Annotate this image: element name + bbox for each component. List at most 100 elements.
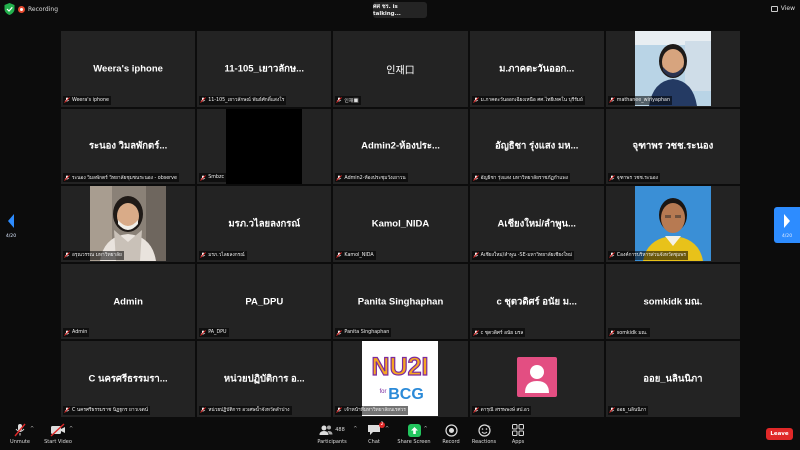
- person-icon: [524, 365, 549, 394]
- next-page-button[interactable]: 4/20: [774, 207, 800, 243]
- participant-tile[interactable]: ระนอง วิมลพักตร์... ระนอง วิมลพักตร์ วิท…: [61, 108, 196, 185]
- participant-label-text: Aเชียงใหม่/ลำพูน -SE-มหาวิทยาลัยเชียงใหม…: [480, 253, 573, 259]
- video-off-icon: [50, 423, 65, 437]
- apps-button[interactable]: Apps: [496, 422, 540, 445]
- participant-label: 인재🔲: [335, 95, 362, 105]
- participant-name: c ชุตวดิศร์ อนัย ม...: [496, 296, 577, 308]
- mic-muted-icon: [608, 174, 615, 181]
- record-label: Record: [442, 439, 460, 445]
- participant-label-text: เจ้าหน้าที่มหาวิทยาลัยนเรศวร: [344, 408, 406, 414]
- recording-label: Recording: [28, 5, 59, 13]
- previous-page-button[interactable]: 4/20: [0, 207, 22, 243]
- meeting-toolbar: ^ Unmute ^ Start Video 488 ^ Participant…: [0, 420, 800, 450]
- participant-tile[interactable]: mathanee_wiriyaphan: [605, 31, 740, 107]
- share-screen-icon: [407, 423, 421, 437]
- participant-name: PA_DPU: [245, 296, 284, 308]
- participant-tile[interactable]: Smbzc: [197, 108, 332, 185]
- participant-label-text: somkidk มณ.: [616, 330, 648, 336]
- participant-tile[interactable]: 인재口 인재🔲: [333, 31, 468, 107]
- participant-label-text: ดารุณี สรรพพงษ์ สป.อว: [480, 408, 530, 414]
- participants-icon: [319, 425, 333, 435]
- participant-name: Admin2-ห้องประ...: [361, 140, 440, 152]
- participant-tile[interactable]: Weera's iphone Weera's iphone: [61, 31, 196, 107]
- participant-tile[interactable]: Panita Singhaphan Panita Singhaphan: [333, 263, 468, 340]
- participant-label: 11-105_เยาวลักษณ์ พันธ์ศักดิ์แสงโร: [199, 95, 287, 105]
- avatar: [516, 357, 557, 398]
- participant-video-black: [226, 108, 303, 185]
- participant-tile[interactable]: c ชุตวดิศร์ อนัย ม... c ชุตวดิศร์ อนัย ม…: [469, 263, 604, 340]
- participant-label-text: ระนอง วิมลพักตร์ วิทยาลัยชุมชนระนอง - ob…: [72, 175, 177, 181]
- mic-muted-icon: [64, 330, 70, 336]
- participant-label: เจ้าหน้าที่มหาวิทยาลัยนเรศวร: [335, 405, 408, 415]
- participant-label: ม.ภาคตะวันออกเฉียงเหนือ ศศ.ไทยีเทคโน บุร…: [471, 95, 585, 105]
- participant-label: ออย_นลินนิภา: [607, 405, 649, 415]
- start-video-button[interactable]: ^ Start Video: [36, 422, 80, 445]
- chevron-up-icon[interactable]: ^: [69, 426, 73, 432]
- participant-tile[interactable]: อัญธิชา รุ่งแสง มห... อัญธิชา รุ่งแสง มห…: [469, 108, 604, 185]
- participant-label-text: C นครศรีธรรมราช นิฏฐกร ยาวเจตน์: [72, 408, 149, 414]
- mic-muted-icon: [472, 407, 479, 414]
- participant-label: จุฑาพร วชช.ระนอง: [607, 173, 660, 183]
- top-bar: Recording ศศ ชร. is talking... View: [0, 0, 800, 18]
- participant-label: หน่วยปฏิบัติการ อวเศษน้ำจังหวัดลำปาง: [199, 405, 292, 415]
- participant-label: PA_DPU: [199, 328, 229, 338]
- participant-tile[interactable]: ม.ภาคตะวันออก... ม.ภาคตะวันออกเฉียงเหนือ…: [469, 31, 604, 107]
- recording-icon: [18, 5, 25, 13]
- participants-label: Participants: [317, 439, 347, 445]
- participant-tile[interactable]: มรภ.วไลยลงกรณ์ มรภ.วไลยลงกรณ์: [197, 186, 332, 262]
- participant-tile[interactable]: C นครศรีธรรมรา... C นครศรีธรรมราช นิฏฐกร…: [61, 341, 196, 417]
- participant-name: ระนอง วิมลพักตร์...: [88, 140, 168, 152]
- participant-name: หน่วยปฏิบัติการ อ...: [223, 373, 305, 385]
- participant-tile[interactable]: Aเชียงใหม่/ลำพูน... Aเชียงใหม่/ลำพูน -SE…: [469, 186, 604, 262]
- chevron-up-icon[interactable]: ^: [385, 426, 389, 432]
- view-button[interactable]: View: [770, 3, 795, 14]
- participant-label: Admin2-ห้องประชุมวังเยาวน: [335, 173, 408, 183]
- chat-button[interactable]: 2 ^ Chat: [352, 422, 396, 445]
- participant-tile[interactable]: Cองค์การบริหารส่วนจังหวัดชุมพร: [605, 186, 740, 262]
- participants-button[interactable]: 488 ^ Participants: [310, 422, 357, 445]
- participant-label: Kamol_NIDA: [335, 250, 376, 260]
- participant-tile[interactable]: 11-105_เยาวลักษ... 11-105_เยาวลักษณ์ พัน…: [197, 31, 332, 107]
- leave-button[interactable]: Leave: [766, 428, 793, 440]
- microphone-muted-icon: [14, 423, 26, 437]
- participant-label: C นครศรีธรรมราช นิฏฐกร ยาวเจตน์: [63, 405, 151, 415]
- mic-muted-icon: [64, 97, 70, 103]
- shield-icon[interactable]: [4, 3, 15, 15]
- participant-tile[interactable]: Admin Admin: [61, 263, 196, 340]
- zoom-meeting-window: Recording ศศ ชร. is talking... View 4/20…: [0, 0, 800, 450]
- mic-muted-icon: [608, 97, 615, 103]
- mic-muted-icon: [200, 97, 207, 103]
- participant-name: 11-105_เยาวลักษ...: [224, 63, 305, 75]
- participant-tile[interactable]: PA_DPU PA_DPU: [197, 263, 332, 340]
- participant-name: ม.ภาคตะวันออก...: [499, 63, 575, 75]
- mic-muted-icon: [64, 407, 70, 414]
- chevron-up-icon[interactable]: ^: [30, 426, 34, 432]
- apps-label: Apps: [511, 439, 525, 445]
- participant-tile[interactable]: Kamol_NIDA Kamol_NIDA: [333, 186, 468, 262]
- participant-tile[interactable]: จุฑาพร วชช.ระนอง จุฑาพร วชช.ระนอง: [605, 108, 740, 185]
- participant-label-text: c ชุตวดิศร์ อนัย มรล: [480, 330, 524, 336]
- participant-label-text: Panita Singhaphan: [344, 330, 390, 336]
- record-icon: [444, 423, 458, 437]
- participant-tile[interactable]: somkidk มณ. somkidk มณ.: [605, 263, 740, 340]
- participant-tile[interactable]: NU2I for BCG เจ้าหน้าที่มหาวิทยาลัยนเรศว…: [333, 341, 468, 417]
- logo-for-text: for: [380, 389, 387, 395]
- participant-name: มรภ.วไลยลงกรณ์: [228, 218, 301, 230]
- participant-tile[interactable]: ดารุณี สรรพพงษ์ สป.อว: [469, 341, 604, 417]
- active-speaker-indicator: ศศ ชร. is talking...: [373, 2, 427, 18]
- participant-label: Panita Singhaphan: [335, 328, 392, 338]
- share-screen-label: Share Screen: [397, 439, 431, 445]
- participant-label: Cองค์การบริหารส่วนจังหวัดชุมพร: [607, 250, 688, 260]
- participant-label-text: Admin: [72, 330, 88, 336]
- mic-muted-icon: [608, 407, 615, 414]
- participant-name: 인재口: [386, 65, 415, 77]
- participant-tile[interactable]: ออย_นลินนิภา ออย_นลินนิภา: [605, 341, 740, 417]
- reactions-label: Reactions: [471, 439, 497, 445]
- participant-label-text: อรุณวรรณ มหาวิทยาลัย: [72, 253, 122, 259]
- participant-tile[interactable]: หน่วยปฏิบัติการ อ... หน่วยปฏิบัติการ อวเ…: [197, 341, 332, 417]
- participant-tile[interactable]: อรุณวรรณ มหาวิทยาลัย: [61, 186, 196, 262]
- chevron-up-icon[interactable]: ^: [424, 426, 428, 432]
- recording-indicator[interactable]: Recording: [18, 3, 58, 15]
- participant-label-text: Weera's iphone: [72, 97, 109, 103]
- participant-tile[interactable]: Admin2-ห้องประ... Admin2-ห้องประชุมวังเย…: [333, 108, 468, 185]
